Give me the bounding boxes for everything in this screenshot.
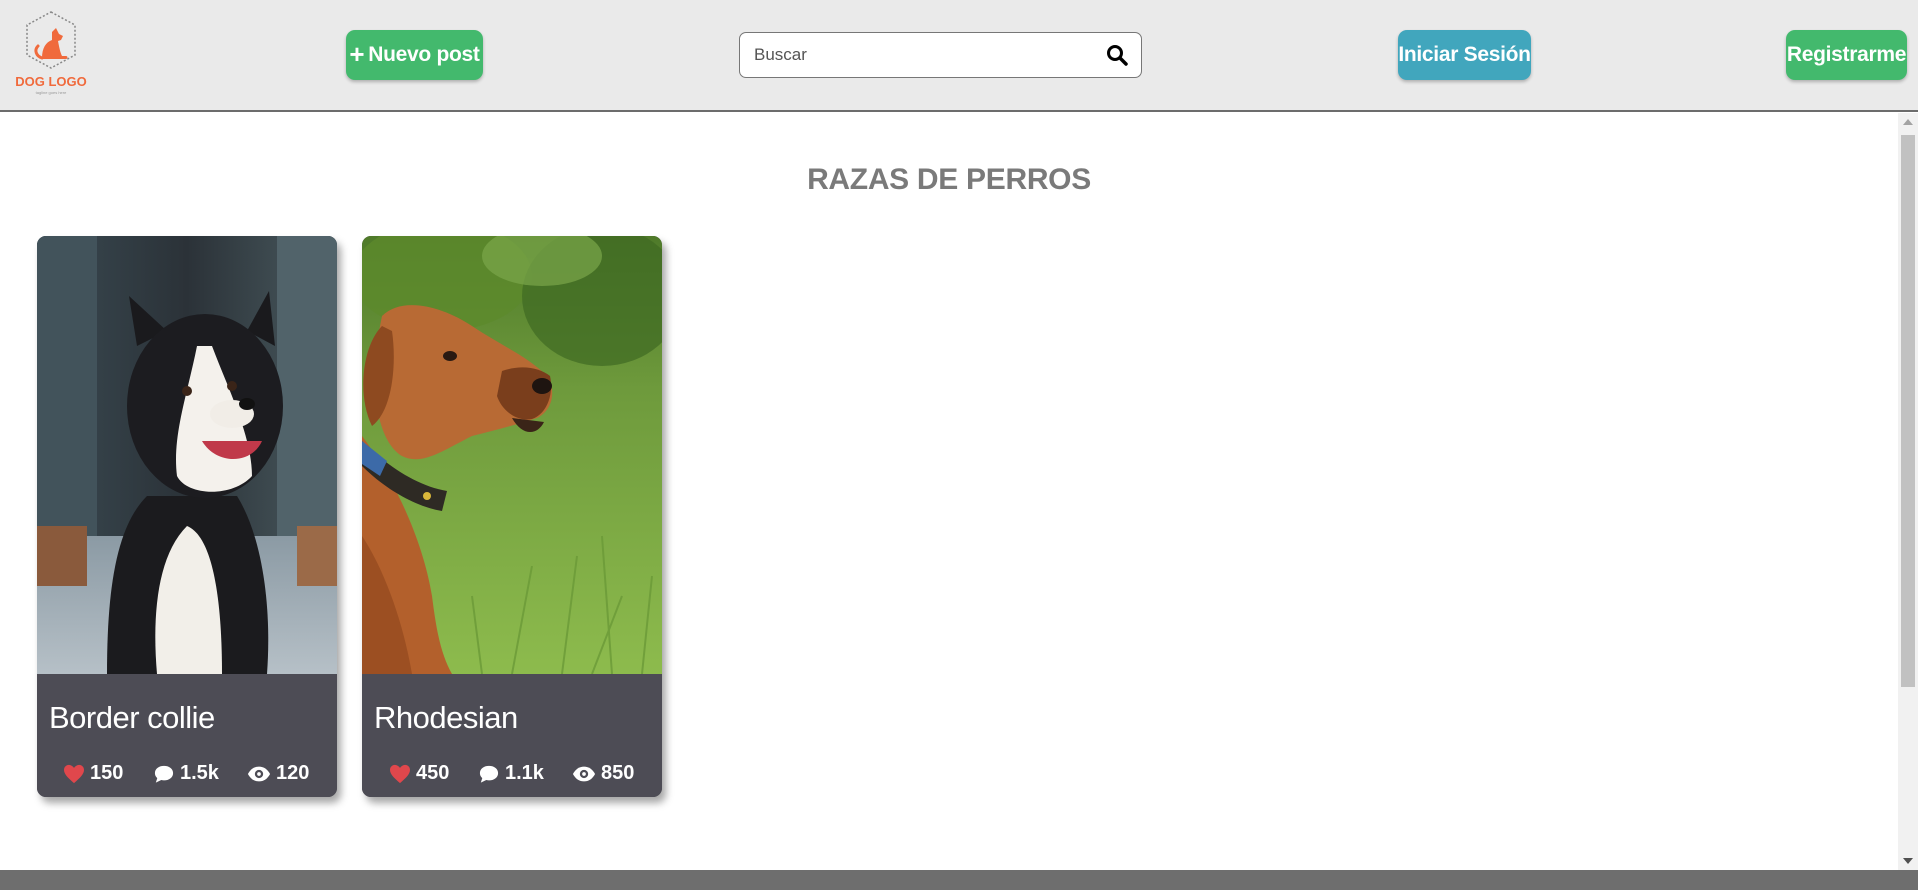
border-collie-image [37,236,337,674]
likes-stat[interactable]: 450 [389,762,449,785]
comments-stat[interactable]: 1.5k [153,762,219,785]
likes-count: 450 [416,762,450,784]
logo-tagline: tagline goes here [35,90,67,95]
logo-text: DOG LOGO [15,74,87,89]
top-navbar: DOG LOGO tagline goes here + Nuevo post … [0,0,1918,112]
page-title: RAZAS DE PERROS [807,163,1091,196]
plus-icon: + [349,38,365,69]
card-title[interactable]: Rhodesian [374,700,518,736]
card-stats: 450 1.1k 850 [362,762,662,788]
rhodesian-image [362,236,662,674]
new-post-label: Nuevo post [368,43,480,66]
new-post-button[interactable]: + Nuevo post [346,30,483,80]
scroll-down-arrow-icon[interactable] [1898,854,1918,868]
comment-icon [479,765,499,783]
search-box [739,32,1142,78]
likes-count: 150 [90,762,124,784]
eye-icon [572,766,596,781]
register-button[interactable]: Registrarme [1786,30,1907,80]
scrollbar-thumb[interactable] [1901,135,1915,687]
site-logo[interactable]: DOG LOGO tagline goes here [12,10,90,96]
views-stat[interactable]: 850 [572,762,634,785]
login-button[interactable]: Iniciar Sesión [1398,30,1531,80]
breed-card[interactable]: Border collie 150 1.5k 120 [37,236,337,797]
views-count: 120 [276,762,310,784]
views-count: 850 [601,762,635,784]
bottom-bar [0,870,1918,890]
comments-stat[interactable]: 1.1k [478,762,544,785]
scroll-up-arrow-icon[interactable] [1898,115,1918,129]
views-stat[interactable]: 120 [247,762,309,785]
comment-icon [154,765,174,783]
search-input[interactable] [754,41,1094,69]
heart-icon [390,764,410,783]
vertical-scrollbar[interactable] [1898,113,1918,870]
search-icon[interactable] [1105,43,1129,67]
likes-stat[interactable]: 150 [63,762,123,785]
breed-card[interactable]: Rhodesian 450 1.1k 850 [362,236,662,797]
comments-count: 1.5k [180,762,219,784]
card-stats: 150 1.5k 120 [37,762,337,788]
card-title[interactable]: Border collie [49,700,215,736]
dog-logo-icon [26,11,76,69]
eye-icon [247,766,271,781]
card-body: Border collie 150 1.5k 120 [37,674,337,797]
heart-icon [64,764,84,783]
comments-count: 1.1k [505,762,544,784]
card-body: Rhodesian 450 1.1k 850 [362,674,662,797]
